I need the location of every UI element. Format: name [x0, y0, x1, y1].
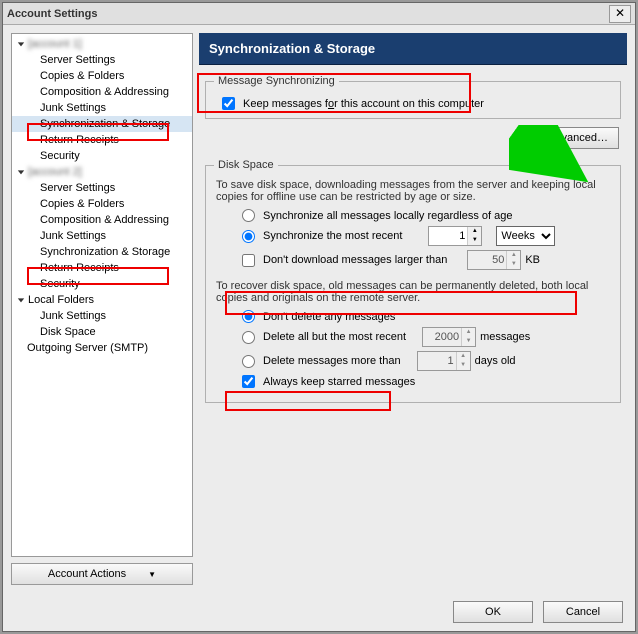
message-sync-group: Message Synchronizing Keep messages for …	[205, 75, 621, 119]
disk-space-group: Disk Space To save disk space, downloadi…	[205, 159, 621, 403]
sidebar-item-label: Security	[40, 150, 80, 162]
sidebar-item-label: Junk Settings	[40, 230, 106, 242]
keep-messages-checkbox[interactable]	[222, 97, 235, 110]
account-actions-button[interactable]: Account Actions ▼	[11, 563, 193, 585]
content-header: Synchronization & Storage	[199, 33, 627, 65]
sidebar-item[interactable]: Copies & Folders	[12, 196, 192, 212]
titlebar: Account Settings ✕	[3, 3, 635, 25]
account-name: Local Folders	[28, 294, 94, 306]
sync-all-radio[interactable]	[242, 209, 255, 222]
delete-recent-radio[interactable]	[242, 331, 255, 344]
disk-space-legend: Disk Space	[214, 159, 278, 171]
sidebar-item[interactable]: Security	[12, 148, 192, 164]
spin-down-icon[interactable]: ▼	[468, 236, 481, 245]
sidebar-item-label: Disk Space	[40, 326, 96, 338]
keep-messages-label: Keep messages for this account on this c…	[243, 98, 484, 110]
sync-recent-radio[interactable]	[242, 230, 255, 243]
keep-starred-checkbox[interactable]	[242, 375, 255, 388]
sidebar-item-label: Server Settings	[40, 182, 115, 194]
sidebar-item-label: Synchronization & Storage	[40, 118, 170, 130]
sidebar-item[interactable]: Junk Settings	[12, 308, 192, 324]
sidebar-item-label: Return Receipts	[40, 262, 119, 274]
sync-recent-label: Synchronize the most recent	[263, 230, 402, 242]
sidebar-item[interactable]: Junk Settings	[12, 228, 192, 244]
dialog-buttons: OK Cancel	[3, 593, 635, 631]
delete-older-value: ▲▼	[417, 351, 471, 371]
delete-older-label: Delete messages more than	[263, 355, 401, 367]
content-panel: Synchronization & Storage Message Synchr…	[199, 33, 627, 585]
account-name: [account 2]	[28, 166, 82, 178]
sidebar-item[interactable]: Disk Space	[12, 324, 192, 340]
dont-download-label: Don't download messages larger than	[263, 254, 447, 266]
recover-intro: To recover disk space, old messages can …	[216, 280, 610, 304]
sidebar-item[interactable]: Security	[12, 276, 192, 292]
sidebar-item[interactable]: Return Receipts	[12, 260, 192, 276]
keep-starred-label: Always keep starred messages	[263, 376, 415, 388]
sidebar-item-label: Copies & Folders	[40, 70, 124, 82]
sync-recent-unit[interactable]: DaysWeeksMonthsYears	[496, 226, 555, 246]
close-button[interactable]: ✕	[609, 5, 631, 23]
sidebar-item[interactable]: Composition & Addressing	[12, 212, 192, 228]
delete-none-label: Don't delete any messages	[263, 311, 395, 323]
delete-older-suffix: days old	[475, 355, 516, 367]
sidebar-item[interactable]: Synchronization & Storage	[12, 244, 192, 260]
sidebar-item[interactable]: Copies & Folders	[12, 68, 192, 84]
sidebar-item-label: Server Settings	[40, 54, 115, 66]
dropdown-icon: ▼	[148, 570, 156, 579]
sidebar-item[interactable]: Return Receipts	[12, 132, 192, 148]
account-actions-label: Account Actions	[48, 568, 126, 580]
sidebar-item-label: Composition & Addressing	[40, 214, 169, 226]
ok-button[interactable]: OK	[453, 601, 533, 623]
dont-download-value: ▲▼	[467, 250, 521, 270]
sidebar-item-label: Outgoing Server (SMTP)	[27, 342, 148, 354]
kb-label: KB	[525, 254, 540, 266]
sync-all-label: Synchronize all messages locally regardl…	[263, 210, 512, 222]
sidebar-item[interactable]: Server Settings	[12, 180, 192, 196]
delete-recent-label: Delete all but the most recent	[263, 331, 406, 343]
dont-download-checkbox[interactable]	[242, 254, 255, 267]
sidebar-item[interactable]: Server Settings	[12, 52, 192, 68]
spin-up-icon[interactable]: ▲	[468, 227, 481, 236]
sync-recent-value[interactable]: ▲▼	[428, 226, 482, 246]
sidebar-item-label: Security	[40, 278, 80, 290]
sidebar-item[interactable]: Junk Settings	[12, 100, 192, 116]
delete-recent-value: ▲▼	[422, 327, 476, 347]
sidebar-item-label: Junk Settings	[40, 310, 106, 322]
sidebar-item-label: Return Receipts	[40, 134, 119, 146]
sidebar-item-label: Copies & Folders	[40, 198, 124, 210]
sidebar-item-label: Synchronization & Storage	[40, 246, 170, 258]
sidebar-item-label: Junk Settings	[40, 102, 106, 114]
sidebar-item-outgoing[interactable]: Outgoing Server (SMTP)	[12, 340, 192, 356]
account-name: [account 1]	[28, 38, 82, 50]
advanced-button[interactable]: Advanced…	[537, 127, 619, 149]
delete-none-radio[interactable]	[242, 310, 255, 323]
account-node[interactable]: Local Folders	[12, 292, 192, 308]
twisty-down-icon[interactable]	[16, 39, 26, 49]
twisty-down-icon[interactable]	[16, 167, 26, 177]
window-title: Account Settings	[7, 8, 609, 20]
message-sync-legend: Message Synchronizing	[214, 75, 339, 87]
delete-recent-suffix: messages	[480, 331, 530, 343]
account-tree[interactable]: [account 1] Server Settings Copies & Folde…	[11, 33, 193, 557]
cancel-button[interactable]: Cancel	[543, 601, 623, 623]
disk-intro: To save disk space, downloading messages…	[216, 179, 610, 203]
account-node[interactable]: [account 1]	[12, 36, 192, 52]
sidebar: [account 1] Server Settings Copies & Folde…	[11, 33, 193, 585]
sidebar-item[interactable]: Synchronization & Storage	[12, 116, 192, 132]
delete-older-radio[interactable]	[242, 355, 255, 368]
account-node[interactable]: [account 2]	[12, 164, 192, 180]
twisty-down-icon[interactable]	[16, 295, 26, 305]
sidebar-item[interactable]: Composition & Addressing	[12, 84, 192, 100]
sidebar-item-label: Composition & Addressing	[40, 86, 169, 98]
